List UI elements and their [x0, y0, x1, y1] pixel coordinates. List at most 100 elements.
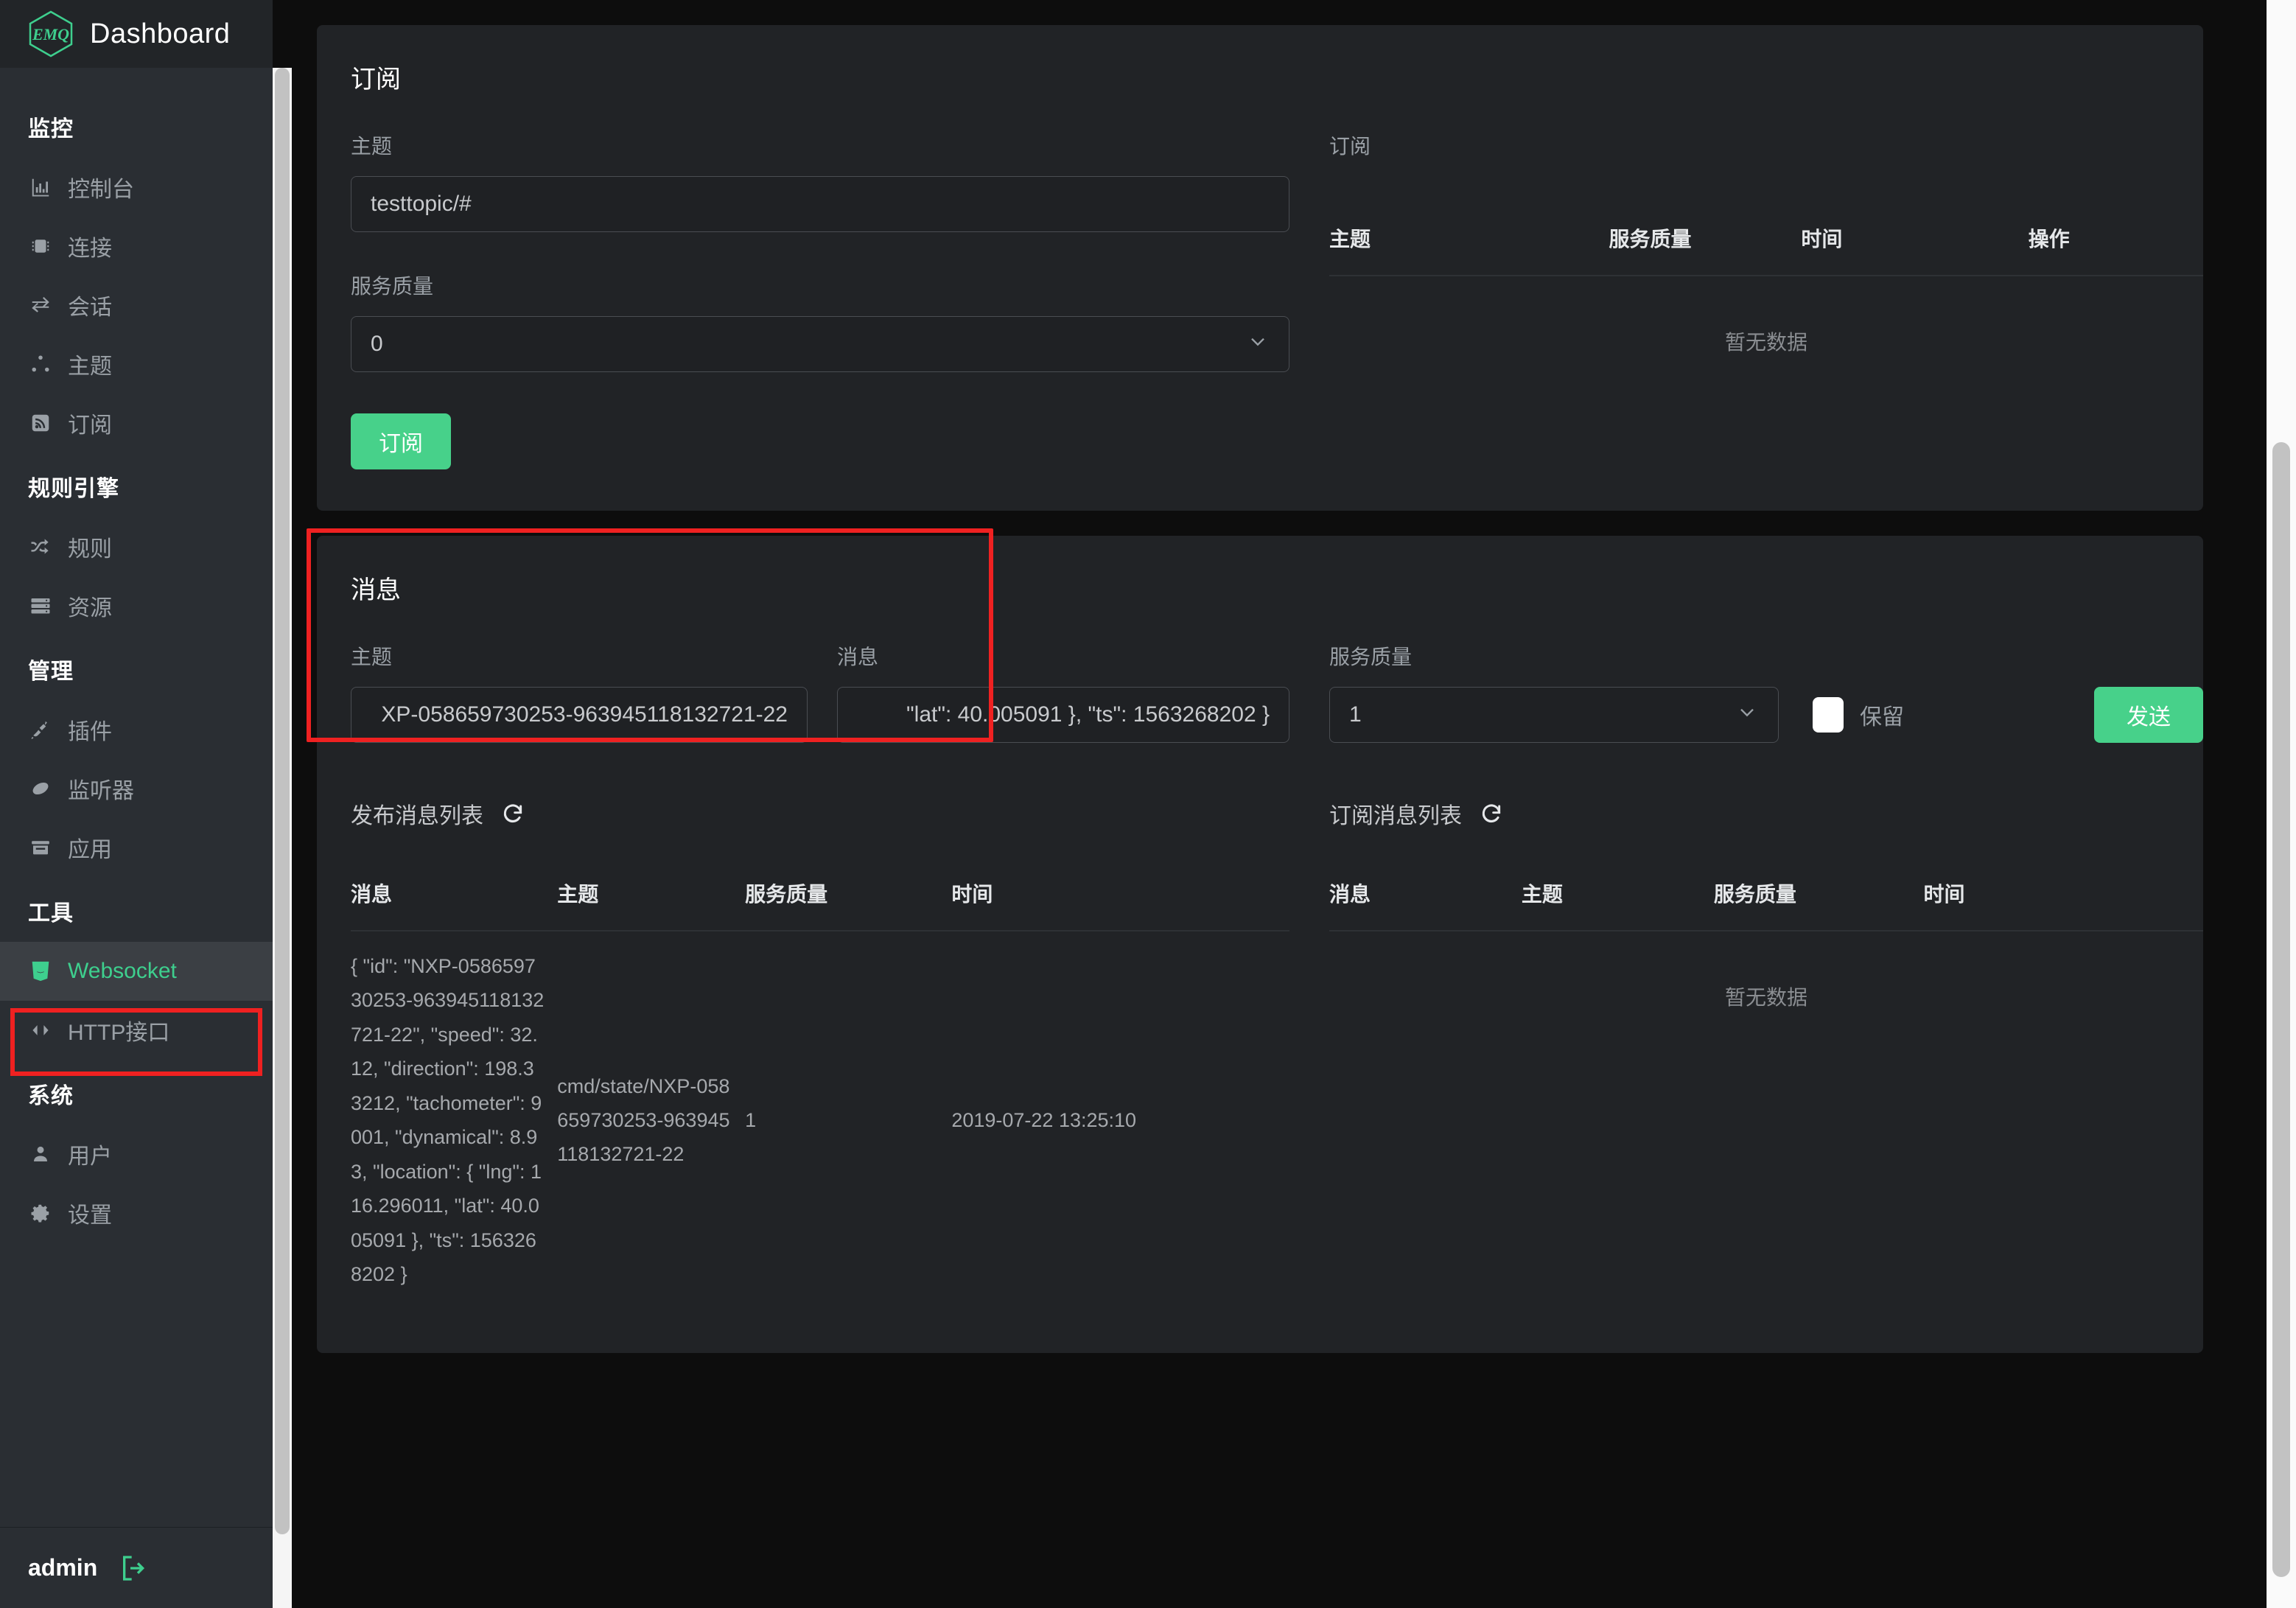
subscribe-qos-label: 服务质量	[351, 270, 1289, 300]
current-user-label: admin	[28, 1554, 97, 1581]
subscribe-table: 主题 服务质量 时间 操作	[1329, 204, 2203, 276]
sidebar-item-label: HTTP接口	[68, 1014, 169, 1046]
sidebar-footer: admin	[0, 1527, 273, 1608]
subscribe-list-panel: 订阅消息列表 消息 主题 服务质量 时间	[1289, 797, 2203, 1309]
col-message: 消息	[1329, 859, 1522, 931]
subscribe-table-empty: 暂无数据	[1329, 276, 2203, 406]
publish-list-panel: 发布消息列表 消息 主题 服务质量 时间	[317, 797, 1289, 1309]
nav-group-system: 系统	[0, 1060, 273, 1125]
subscribe-form: 主题 testtopic/# 服务质量 0 订阅	[317, 130, 1289, 469]
sidebar: EMQ Dashboard 监控 控制台 连接	[0, 0, 273, 1608]
message-publish-controls: 服务质量 1 保留 发送	[1289, 641, 2203, 743]
websocket-page: EMQ Dashboard 监控 控制台 连接	[0, 0, 2296, 1608]
topic-tree-icon	[28, 352, 53, 377]
subscribe-list-empty: 暂无数据	[1329, 931, 2203, 1061]
sidebar-nav: 监控 控制台 连接 会话	[0, 68, 273, 1527]
refresh-icon[interactable]	[1480, 802, 1503, 825]
nav-group-management: 管理	[0, 635, 273, 700]
sidebar-item-http-api[interactable]: HTTP接口	[0, 1001, 273, 1060]
publish-list-title: 发布消息列表	[351, 797, 483, 830]
col-time: 时间	[951, 859, 1289, 931]
sidebar-item-label: 控制台	[68, 171, 134, 203]
table-row: { "id": "NXP-058659730253-96394511813272…	[351, 931, 1289, 1309]
sidebar-scrollbar[interactable]	[273, 68, 292, 1608]
sidebar-item-sessions[interactable]: 会话	[0, 276, 273, 335]
nav-group-monitor: 监控	[0, 93, 273, 158]
subscribe-qos-select[interactable]: 0	[351, 316, 1289, 372]
sidebar-item-rules[interactable]: 规则	[0, 517, 273, 576]
subscribe-table-panel: 订阅 主题 服务质量 时间 操作 暂无数据	[1289, 130, 2203, 469]
table-header-row: 主题 服务质量 时间 操作	[1329, 204, 2203, 276]
refresh-icon[interactable]	[501, 802, 525, 825]
message-payload-label: 消息	[837, 641, 1289, 671]
page-scrollbar[interactable]	[2267, 0, 2296, 1608]
col-message: 消息	[351, 859, 557, 931]
send-button[interactable]: 发送	[2094, 687, 2203, 743]
subscribe-card-title: 订阅	[317, 25, 2203, 95]
sidebar-item-settings[interactable]: 设置	[0, 1184, 273, 1242]
col-topic: 主题	[557, 859, 745, 931]
sidebar-item-label: 订阅	[68, 407, 112, 439]
message-form: 主题 XP-058659730253-963945118132721-22 消息…	[317, 641, 1289, 743]
col-actions: 操作	[2029, 204, 2203, 276]
sidebar-item-label: 用户	[68, 1138, 112, 1170]
sidebar-item-connections[interactable]: 连接	[0, 217, 273, 276]
message-payload-input[interactable]: "lat": 40.005091 }, "ts": 1563268202 }	[837, 687, 1289, 743]
emq-logo-icon: EMQ	[28, 10, 74, 57]
message-qos-value: 1	[1349, 702, 1362, 727]
nav-group-tools: 工具	[0, 877, 273, 942]
sidebar-item-topics[interactable]: 主题	[0, 335, 273, 394]
sidebar-item-dashboard[interactable]: 控制台	[0, 158, 273, 217]
retain-label: 保留	[1860, 699, 1904, 731]
sidebar-item-label: Websocket	[68, 959, 177, 984]
page-scrollbar-thumb[interactable]	[2272, 442, 2290, 1577]
message-topic-label: 主题	[351, 641, 808, 671]
subscribe-button[interactable]: 订阅	[351, 413, 451, 469]
server-icon	[28, 593, 53, 618]
col-topic: 主题	[1329, 204, 1609, 276]
sidebar-item-applications[interactable]: 应用	[0, 818, 273, 877]
sidebar-item-plugins[interactable]: 插件	[0, 700, 273, 759]
col-time: 时间	[1923, 859, 2203, 931]
plug-icon	[28, 717, 53, 742]
nav-group-rule-engine: 规则引擎	[0, 452, 273, 517]
col-qos: 服务质量	[1714, 859, 1924, 931]
sidebar-item-subscriptions[interactable]: 订阅	[0, 394, 273, 452]
html5-icon	[28, 959, 53, 984]
sidebar-item-label: 监听器	[68, 772, 134, 805]
message-topic-input[interactable]: XP-058659730253-963945118132721-22	[351, 687, 808, 743]
sidebar-item-listeners[interactable]: 监听器	[0, 759, 273, 818]
exchange-icon	[28, 293, 53, 318]
sidebar-item-label: 规则	[68, 531, 112, 563]
message-qos-select[interactable]: 1	[1329, 687, 1779, 743]
sidebar-scrollbar-thumb[interactable]	[275, 68, 290, 1534]
shuffle-icon	[28, 534, 53, 559]
sidebar-item-label: 资源	[68, 590, 112, 622]
cell-message: { "id": "NXP-058659730253-96394511813272…	[351, 931, 557, 1309]
sidebar-item-websocket[interactable]: Websocket	[0, 942, 273, 1001]
sidebar-item-users[interactable]: 用户	[0, 1125, 273, 1184]
sidebar-item-label: 连接	[68, 230, 112, 262]
col-qos: 服务质量	[745, 859, 951, 931]
sidebar-item-label: 应用	[68, 831, 112, 864]
subscribe-card: 订阅 主题 testtopic/# 服务质量 0 订阅 订阅	[317, 25, 2203, 511]
sidebar-item-label: 主题	[68, 348, 112, 380]
subscribe-topic-input[interactable]: testtopic/#	[351, 176, 1289, 232]
brand-header[interactable]: EMQ Dashboard	[0, 0, 273, 68]
col-topic: 主题	[1522, 859, 1714, 931]
logout-icon[interactable]	[118, 1553, 150, 1583]
publish-list-header: 发布消息列表	[351, 797, 1289, 859]
user-icon	[28, 1142, 53, 1167]
sidebar-item-label: 插件	[68, 713, 112, 746]
table-header-row: 消息 主题 服务质量 时间	[1329, 859, 2203, 931]
subscribe-table-title: 订阅	[1329, 130, 2203, 160]
subscribe-qos-value: 0	[371, 332, 383, 357]
svg-text:EMQ: EMQ	[32, 25, 69, 43]
sidebar-item-label: 设置	[68, 1197, 112, 1229]
sidebar-item-resources[interactable]: 资源	[0, 576, 273, 635]
rss-icon	[28, 410, 53, 436]
retain-checkbox[interactable]	[1813, 697, 1844, 733]
cell-time: 2019-07-22 13:25:10	[951, 931, 1289, 1309]
chevron-down-icon	[1246, 329, 1270, 359]
cell-topic: cmd/state/NXP-058659730253-9639451181327…	[557, 931, 745, 1309]
